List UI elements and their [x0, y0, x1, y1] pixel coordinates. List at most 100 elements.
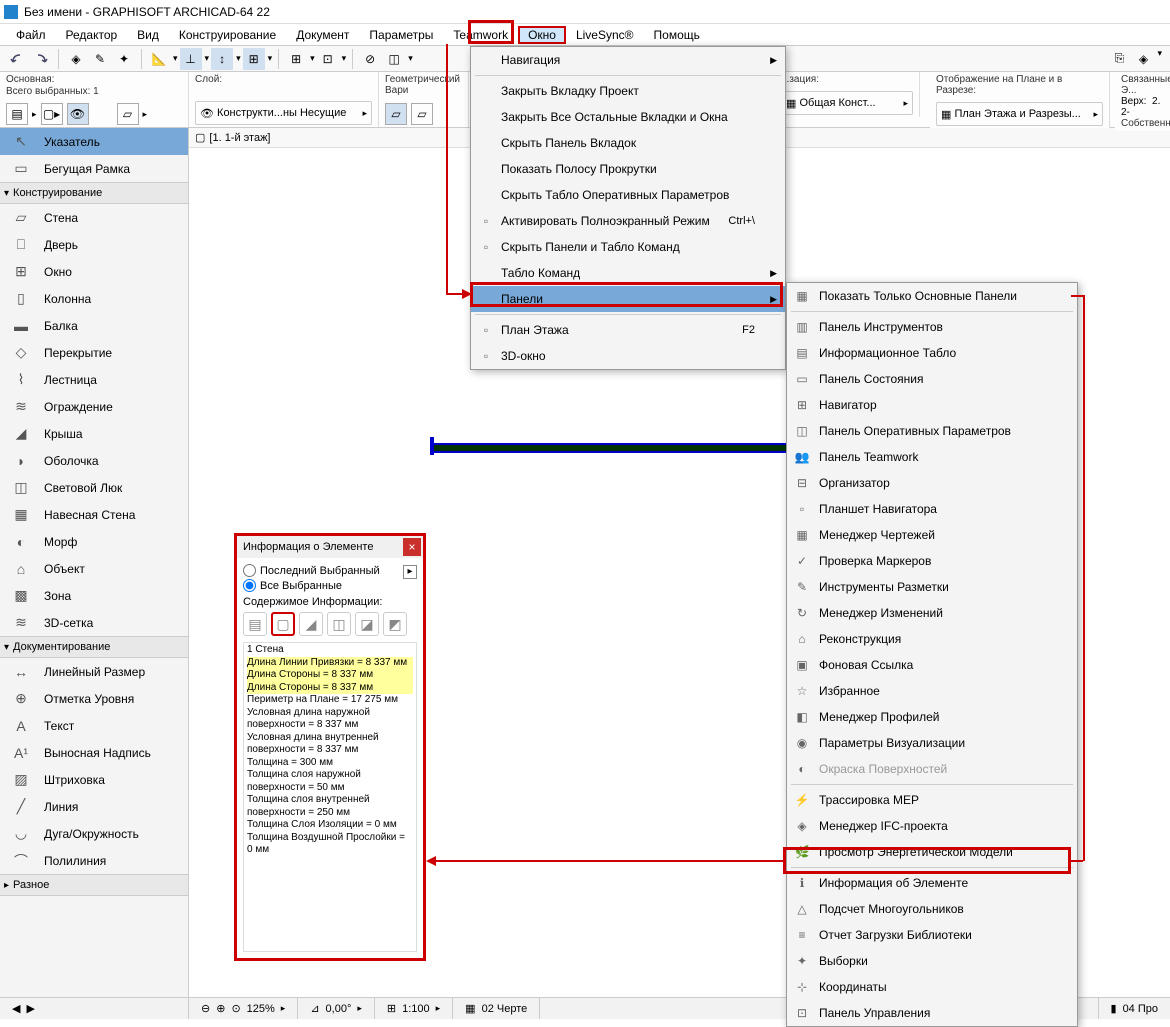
- guide2-button[interactable]: ↕: [211, 48, 233, 70]
- tab-vol-icon[interactable]: ◪: [355, 612, 379, 636]
- submenu-item[interactable]: ▦Показать Только Основные Панели: [787, 283, 1077, 309]
- tool-door[interactable]: ⎕Дверь: [0, 231, 188, 258]
- menu-teamwork[interactable]: Teamwork: [443, 26, 518, 44]
- tool-morph[interactable]: ◐Морф: [0, 528, 188, 555]
- options-button[interactable]: ▸: [403, 565, 417, 579]
- picker-button[interactable]: ✎: [89, 48, 111, 70]
- menu-item[interactable]: Показать Полосу Прокрутки: [471, 156, 785, 182]
- group-misc[interactable]: ▸Разное: [0, 874, 188, 896]
- tool-window[interactable]: ⊞Окно: [0, 258, 188, 285]
- tab-area-icon[interactable]: ◢: [299, 612, 323, 636]
- menu-item[interactable]: Скрыть Табло Оперативных Параметров: [471, 182, 785, 208]
- menu-edit[interactable]: Редактор: [56, 26, 128, 44]
- zoom-value[interactable]: 125%: [247, 1003, 275, 1015]
- tool-column[interactable]: ▯Колонна: [0, 285, 188, 312]
- tool-roof[interactable]: ◢Крыша: [0, 420, 188, 447]
- menu-help[interactable]: Помощь: [644, 26, 710, 44]
- tool-wall[interactable]: ▱Стена: [0, 204, 188, 231]
- layer-combo[interactable]: 02 Черте: [482, 1003, 528, 1015]
- tool-object[interactable]: ⌂Объект: [0, 555, 188, 582]
- scale-value[interactable]: 1:100: [402, 1003, 430, 1015]
- submenu-item[interactable]: ≡Отчет Загрузки Библиотеки: [787, 922, 1077, 948]
- tool-pointer[interactable]: ↖Указатель: [0, 128, 188, 155]
- tab-id-icon[interactable]: ▤: [243, 612, 267, 636]
- snap-button[interactable]: ⊞: [243, 48, 265, 70]
- sel-arrow-button[interactable]: ▢▸: [41, 103, 63, 125]
- submenu-item[interactable]: ▥Панель Инструментов: [787, 314, 1077, 340]
- submenu-item[interactable]: ◫Панель Оперативных Параметров: [787, 418, 1077, 444]
- menu-item[interactable]: ▫План ЭтажаF2: [471, 317, 785, 343]
- menu-livesync[interactable]: LiveSync®: [566, 26, 644, 44]
- submenu-item[interactable]: ▤Информационное Табло: [787, 340, 1077, 366]
- align-button[interactable]: ⊡: [317, 48, 339, 70]
- submenu-item[interactable]: ◉Параметры Визуализации: [787, 730, 1077, 756]
- menu-item[interactable]: Скрыть Панель Вкладок: [471, 130, 785, 156]
- magic-button[interactable]: ✦: [113, 48, 135, 70]
- geom-opt2-button[interactable]: ▱: [411, 103, 433, 125]
- tool-marquee[interactable]: ▭Бегущая Рамка: [0, 155, 188, 182]
- tool-polyline[interactable]: ⌒Полилиния: [0, 847, 188, 874]
- tool-dim[interactable]: ↔Линейный Размер: [0, 658, 188, 685]
- trace-button[interactable]: ◈: [1132, 48, 1154, 70]
- canvas-tab-label[interactable]: [1. 1-й этаж]: [209, 132, 270, 144]
- element-info-palette[interactable]: Информация о Элементе × Последний Выбран…: [234, 533, 426, 961]
- submenu-item[interactable]: 🌿Просмотр Энергетической Модели: [787, 839, 1077, 865]
- sel-eye-button[interactable]: 👁: [67, 103, 89, 125]
- suspend-button[interactable]: ⊘: [359, 48, 381, 70]
- tool-shell[interactable]: ◗Оболочка: [0, 447, 188, 474]
- submenu-item[interactable]: ℹИнформация об Элементе: [787, 870, 1077, 896]
- tool-text[interactable]: AТекст: [0, 712, 188, 739]
- chevron-icon[interactable]: ▸: [357, 1003, 362, 1014]
- menu-item[interactable]: Панели▶: [471, 286, 785, 312]
- tool-arc[interactable]: ◡Дуга/Окружность: [0, 820, 188, 847]
- dropdown-icon[interactable]: ▸: [32, 109, 37, 120]
- submenu-item[interactable]: ✓Проверка Маркеров: [787, 548, 1077, 574]
- submenu-item[interactable]: ▫Планшет Навигатора: [787, 496, 1077, 522]
- guide1-button[interactable]: ⊥: [180, 48, 202, 70]
- tool-mesh[interactable]: ≋3D-сетка: [0, 609, 188, 636]
- tab-3d-icon[interactable]: ◫: [327, 612, 351, 636]
- dropdown-icon[interactable]: ▾: [341, 53, 347, 64]
- submenu-item[interactable]: 👥Панель Teamwork: [787, 444, 1077, 470]
- submenu-item[interactable]: ◧Менеджер Профилей: [787, 704, 1077, 730]
- next-icon[interactable]: ▶: [26, 1002, 34, 1015]
- dropdown-icon[interactable]: ▾: [172, 53, 178, 64]
- filter-button[interactable]: ▤: [6, 103, 28, 125]
- dropdown-icon[interactable]: ▾: [204, 53, 210, 64]
- tool-railing[interactable]: ≋Ограждение: [0, 393, 188, 420]
- menu-item[interactable]: ▫3D-окно: [471, 343, 785, 369]
- dropdown-icon[interactable]: ▾: [267, 53, 273, 64]
- radio-last-selected[interactable]: Последний Выбранный: [243, 564, 380, 577]
- chevron-icon[interactable]: ▸: [436, 1003, 441, 1014]
- submenu-item[interactable]: △Подсчет Многоугольников: [787, 896, 1077, 922]
- submenu-item[interactable]: ⊞Навигатор: [787, 392, 1077, 418]
- wall-endpoint[interactable]: [430, 437, 434, 455]
- dropdown-icon[interactable]: ▾: [1156, 48, 1162, 70]
- tab-size-icon[interactable]: ▢: [271, 612, 295, 636]
- dropdown-icon[interactable]: ▾: [235, 53, 241, 64]
- fit-icon[interactable]: ⊙: [231, 1002, 240, 1015]
- grid-button[interactable]: ⊞: [285, 48, 307, 70]
- zoom-in-icon[interactable]: ⊕: [216, 1002, 225, 1015]
- tab-custom-icon[interactable]: ◩: [383, 612, 407, 636]
- menu-item[interactable]: Навигация▶: [471, 47, 785, 73]
- menu-options[interactable]: Параметры: [359, 26, 443, 44]
- group-design[interactable]: ▾Конструирование: [0, 182, 188, 204]
- tool-hatch[interactable]: ▨Штриховка: [0, 766, 188, 793]
- dropdown-icon[interactable]: ▸: [143, 109, 148, 120]
- tool-stair[interactable]: ⌇Лестница: [0, 366, 188, 393]
- tool-level[interactable]: ⊕Отметка Уровня: [0, 685, 188, 712]
- menu-view[interactable]: Вид: [127, 26, 169, 44]
- menu-item[interactable]: Табло Команд▶: [471, 260, 785, 286]
- submenu-item[interactable]: ⊹Координаты: [787, 974, 1077, 1000]
- tool-slab[interactable]: ◇Перекрытие: [0, 339, 188, 366]
- tool-beam[interactable]: ▬Балка: [0, 312, 188, 339]
- menu-window[interactable]: Окно: [518, 26, 566, 44]
- submenu-item[interactable]: ⚡Трассировка MEP: [787, 787, 1077, 813]
- pick-button[interactable]: ◈: [65, 48, 87, 70]
- geom-opt1-button[interactable]: ▱: [385, 103, 407, 125]
- display-dropdown[interactable]: ▦ План Этажа и Разрезы... ▸: [936, 102, 1103, 126]
- tool-skylight[interactable]: ◫Световой Люк: [0, 474, 188, 501]
- submenu-item[interactable]: ◈Менеджер IFC-проекта: [787, 813, 1077, 839]
- submenu-item[interactable]: ▦Менеджер Чертежей: [787, 522, 1077, 548]
